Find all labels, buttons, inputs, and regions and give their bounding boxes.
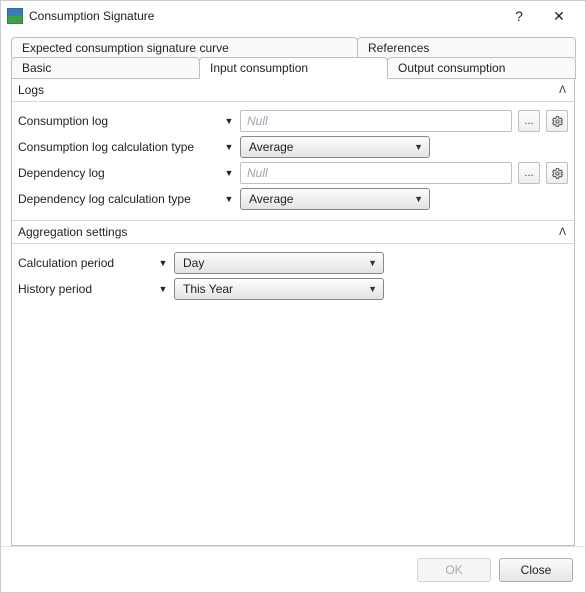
chevron-down-icon: ▼: [414, 142, 423, 152]
label-dependency-log-calc-type: Dependency log calculation type: [18, 192, 224, 206]
section-body-aggregation: Calculation period ▼ Day ▼ History perio…: [12, 244, 574, 310]
label-calculation-period: Calculation period: [18, 256, 158, 270]
settings-button[interactable]: [546, 110, 568, 132]
section-title: Aggregation settings: [18, 225, 127, 239]
dropdown-caret-icon[interactable]: ▼: [224, 194, 234, 204]
section-header-logs[interactable]: Logs ᐱ: [12, 79, 574, 102]
browse-button[interactable]: ...: [518, 162, 540, 184]
dialog-footer: OK Close: [1, 546, 585, 592]
chevron-down-icon: ▼: [368, 258, 377, 268]
input-dependency-log[interactable]: Null: [240, 162, 512, 184]
dropdown-caret-icon[interactable]: ▼: [158, 258, 168, 268]
dialog-window: Consumption Signature ? ✕ Expected consu…: [0, 0, 586, 593]
select-calculation-period[interactable]: Day ▼: [174, 252, 384, 274]
dialog-content: Expected consumption signature curve Ref…: [1, 31, 585, 546]
ok-button[interactable]: OK: [417, 558, 491, 582]
section-title: Logs: [18, 83, 44, 97]
row-calculation-period: Calculation period ▼ Day ▼: [18, 252, 568, 274]
select-history-period[interactable]: This Year ▼: [174, 278, 384, 300]
dropdown-caret-icon[interactable]: ▼: [224, 116, 234, 126]
label-history-period: History period: [18, 282, 158, 296]
titlebar: Consumption Signature ? ✕: [1, 1, 585, 31]
dropdown-caret-icon[interactable]: ▼: [224, 168, 234, 178]
input-consumption-log[interactable]: Null: [240, 110, 512, 132]
gear-icon: [551, 167, 564, 180]
row-consumption-log: Consumption log ▼ Null ...: [18, 110, 568, 132]
close-window-button[interactable]: ✕: [539, 1, 579, 31]
settings-button[interactable]: [546, 162, 568, 184]
label-consumption-log-calc-type: Consumption log calculation type: [18, 140, 224, 154]
tabrow-bottom: Basic Input consumption Output consumpti…: [11, 57, 575, 79]
tab-expected-curve[interactable]: Expected consumption signature curve: [11, 37, 358, 58]
section-body-logs: Consumption log ▼ Null ...: [12, 102, 574, 220]
row-history-period: History period ▼ This Year ▼: [18, 278, 568, 300]
tab-panel: Logs ᐱ Consumption log ▼ Null ...: [11, 78, 575, 546]
tab-references[interactable]: References: [357, 37, 576, 58]
label-consumption-log: Consumption log: [18, 114, 224, 128]
close-button[interactable]: Close: [499, 558, 573, 582]
dropdown-caret-icon[interactable]: ▼: [224, 142, 234, 152]
select-consumption-log-calc-type[interactable]: Average ▼: [240, 136, 430, 158]
browse-button[interactable]: ...: [518, 110, 540, 132]
window-title: Consumption Signature: [29, 9, 499, 23]
tab-input-consumption[interactable]: Input consumption: [199, 57, 388, 79]
section-header-aggregation[interactable]: Aggregation settings ᐱ: [12, 220, 574, 244]
help-button[interactable]: ?: [499, 1, 539, 31]
chevron-up-icon: ᐱ: [559, 85, 566, 96]
chevron-down-icon: ▼: [414, 194, 423, 204]
tab-basic[interactable]: Basic: [11, 57, 200, 79]
chevron-up-icon: ᐱ: [559, 227, 566, 238]
dropdown-caret-icon[interactable]: ▼: [158, 284, 168, 294]
row-consumption-log-calc-type: Consumption log calculation type ▼ Avera…: [18, 136, 568, 158]
row-dependency-log: Dependency log ▼ Null ...: [18, 162, 568, 184]
tab-output-consumption[interactable]: Output consumption: [387, 57, 576, 79]
label-dependency-log: Dependency log: [18, 166, 224, 180]
gear-icon: [551, 115, 564, 128]
select-dependency-log-calc-type[interactable]: Average ▼: [240, 188, 430, 210]
app-icon: [7, 8, 23, 24]
row-dependency-log-calc-type: Dependency log calculation type ▼ Averag…: [18, 188, 568, 210]
tabrow-top: Expected consumption signature curve Ref…: [11, 37, 575, 58]
chevron-down-icon: ▼: [368, 284, 377, 294]
